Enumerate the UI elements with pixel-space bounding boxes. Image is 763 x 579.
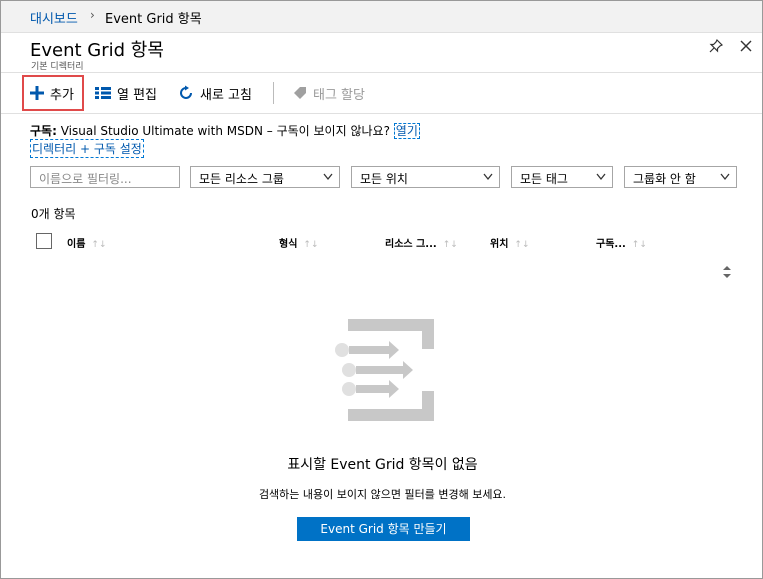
scroll-arrows-icon[interactable] xyxy=(720,264,734,280)
resource-group-value: 모든 리소스 그룹 xyxy=(199,172,284,186)
sort-icon: ↑↓ xyxy=(442,240,458,250)
column-header-subscription[interactable]: 구독... ↑↓ xyxy=(596,235,647,250)
edit-columns-button[interactable]: 열 편집 xyxy=(95,73,157,113)
chevron-down-icon xyxy=(483,173,493,181)
command-bar: 추가 열 편집 새로 고침 태그 할당 xyxy=(1,72,762,114)
sort-icon: ↑↓ xyxy=(91,240,107,250)
refresh-label: 새로 고침 xyxy=(200,87,252,103)
sort-icon: ↑↓ xyxy=(514,240,530,250)
subscription-line: 구독: Visual Studio Ultimate with MSDN – 구… xyxy=(30,122,420,139)
edit-columns-label: 열 편집 xyxy=(117,87,158,103)
page-subtitle: 기본 디렉터리 xyxy=(31,62,84,72)
tag-icon xyxy=(294,87,306,99)
empty-state-title: 표시할 Event Grid 항목이 없음 xyxy=(287,457,478,473)
tags-value: 모든 태그 xyxy=(520,172,568,186)
toolbar-divider xyxy=(273,82,274,104)
subscription-text: Visual Studio Ultimate with MSDN – 구독이 보… xyxy=(60,124,390,138)
breadcrumb: 대시보드 › Event Grid 항목 xyxy=(1,1,762,33)
filter-by-name-input[interactable]: 이름으로 필터링... xyxy=(30,166,180,188)
blade-frame: 대시보드 › Event Grid 항목 Event Grid 항목 기본 디렉… xyxy=(0,0,763,579)
event-grid-empty-icon xyxy=(335,319,434,421)
add-button[interactable]: 추가 xyxy=(22,75,84,111)
select-all-checkbox[interactable] xyxy=(36,233,52,249)
grouping-value: 그룹화 안 함 xyxy=(633,172,696,186)
add-button-label: 추가 xyxy=(50,87,74,103)
chevron-down-icon xyxy=(323,173,333,181)
assign-tags-button[interactable]: 태그 할당 xyxy=(293,73,365,113)
location-value: 모든 위치 xyxy=(360,172,408,186)
grouping-dropdown[interactable]: 그룹화 안 함 xyxy=(624,166,737,188)
column-header-type[interactable]: 형식 ↑↓ xyxy=(279,235,319,250)
sort-icon: ↑↓ xyxy=(631,240,647,250)
breadcrumb-separator: › xyxy=(90,8,95,22)
tags-dropdown[interactable]: 모든 태그 xyxy=(511,166,613,188)
column-header-resource-group[interactable]: 리소스 그... ↑↓ xyxy=(385,235,458,250)
refresh-icon xyxy=(180,85,192,99)
close-icon[interactable] xyxy=(738,38,754,54)
column-header-name[interactable]: 이름 ↑↓ xyxy=(67,235,107,250)
assign-tags-label: 태그 할당 xyxy=(313,87,365,103)
refresh-button[interactable]: 새로 고침 xyxy=(178,73,252,113)
sort-icon: ↑↓ xyxy=(303,240,319,250)
subscription-label: 구독: xyxy=(30,124,57,138)
column-header-location[interactable]: 위치 ↑↓ xyxy=(490,235,530,250)
empty-state-message: 검색하는 내용이 보이지 않으면 필터를 변경해 보세요. xyxy=(258,488,507,501)
pin-icon[interactable] xyxy=(708,38,724,54)
item-count: 0개 항목 xyxy=(31,207,76,221)
chevron-down-icon xyxy=(596,173,606,181)
resource-group-dropdown[interactable]: 모든 리소스 그룹 xyxy=(190,166,340,188)
table-header: 이름 ↑↓ 형식 ↑↓ 리소스 그... ↑↓ 위치 ↑↓ 구독... ↑↓ xyxy=(30,231,730,251)
plus-icon xyxy=(30,86,44,100)
open-link[interactable]: 열기 xyxy=(393,123,420,139)
location-dropdown[interactable]: 모든 위치 xyxy=(351,166,500,188)
breadcrumb-current: Event Grid 항목 xyxy=(105,12,202,27)
directory-subscription-settings-link[interactable]: 디렉터리 + 구독 설정 xyxy=(30,139,144,158)
columns-icon xyxy=(95,87,111,99)
breadcrumb-dashboard-link[interactable]: 대시보드 xyxy=(30,8,78,27)
chevron-down-icon xyxy=(720,173,730,181)
create-event-grid-topic-button[interactable]: Event Grid 항목 만들기 xyxy=(297,517,470,541)
filter-row: 이름으로 필터링... 모든 리소스 그룹 모든 위치 모든 태그 그룹화 안 … xyxy=(30,166,740,188)
